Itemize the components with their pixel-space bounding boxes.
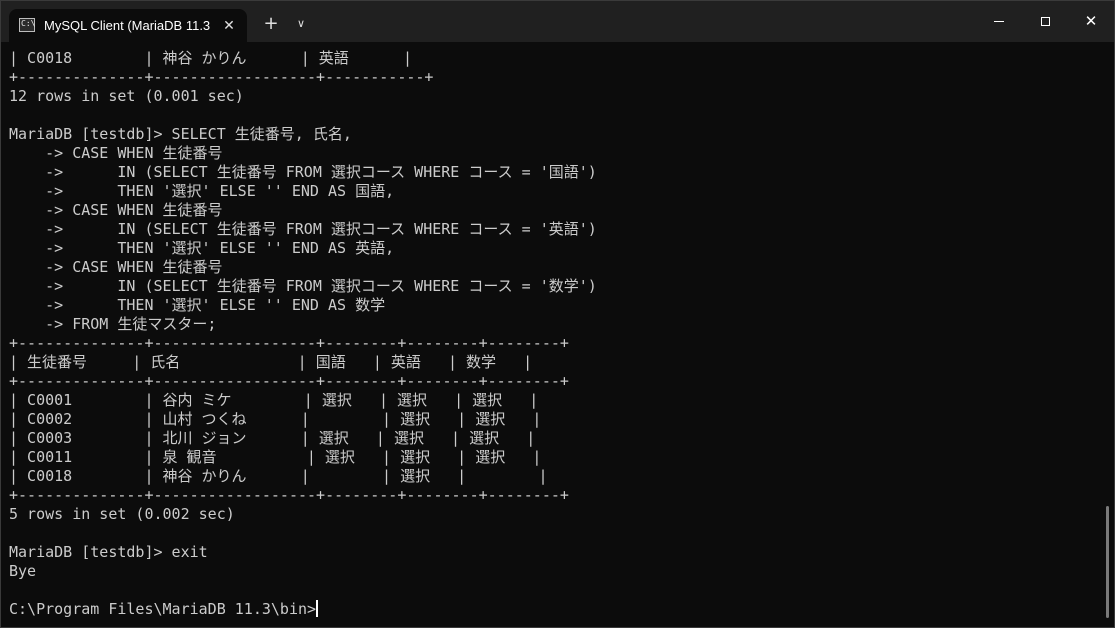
terminal-line: -> THEN '選択' ELSE '' END AS 英語, — [9, 239, 395, 257]
maximize-icon — [1040, 17, 1050, 26]
terminal-line: | C0002 | 山村 つくね | | 選択 | 選択 | — [9, 410, 542, 428]
terminal-line: | C0018 | 神谷 かりん | 英語 | — [9, 49, 413, 67]
terminal-line: -> IN (SELECT 生徒番号 FROM 選択コース WHERE コース … — [9, 163, 597, 181]
tab-dropdown-button[interactable]: ∨ — [291, 14, 311, 34]
terminal-line: | C0003 | 北川 ジョン | 選択 | 選択 | 選択 | — [9, 429, 536, 447]
terminal-line: -> CASE WHEN 生徒番号 — [9, 144, 223, 162]
tab-title: MySQL Client (MariaDB 11.3 (x — [44, 18, 214, 33]
terminal-line: +--------------+------------------+-----… — [9, 68, 434, 86]
terminal-line: -> FROM 生徒マスター; — [9, 315, 217, 333]
terminal-line: -> CASE WHEN 生徒番号 — [9, 201, 223, 219]
close-icon: ✕ — [1084, 12, 1098, 30]
command-prompt-icon: C:\ — [19, 18, 35, 32]
terminal-line: MariaDB [testdb]> SELECT 生徒番号, 氏名, — [9, 125, 352, 143]
terminal-tab[interactable]: C:\ MySQL Client (MariaDB 11.3 (x ✕ — [9, 9, 247, 42]
text-cursor — [316, 600, 319, 617]
prompt-line[interactable]: C:\Program Files\MariaDB 11.3\bin> — [9, 600, 1099, 619]
terminal-line: +--------------+------------------+-----… — [9, 372, 569, 390]
scrollbar[interactable] — [1106, 506, 1109, 618]
terminal-line: Bye — [9, 562, 37, 580]
terminal-line: -> THEN '選択' ELSE '' END AS 国語, — [9, 182, 395, 200]
terminal-line: -> CASE WHEN 生徒番号 — [9, 258, 223, 276]
close-tab-icon[interactable]: ✕ — [219, 16, 239, 36]
terminal-line: 5 rows in set (0.002 sec) — [9, 505, 235, 523]
maximize-button[interactable] — [1022, 1, 1068, 42]
terminal-output[interactable]: | C0018 | 神谷 かりん | 英語 | +--------------+… — [9, 49, 1099, 625]
terminal-line: | C0011 | 泉 観音 | 選択 | 選択 | 選択 | — [9, 448, 542, 466]
new-tab-button[interactable]: + — [260, 13, 282, 35]
close-window-button[interactable]: ✕ — [1068, 1, 1114, 42]
command-prompt-icon-label: C:\ — [21, 19, 36, 28]
terminal-line: MariaDB [testdb]> exit — [9, 543, 208, 561]
terminal-line: | C0018 | 神谷 かりん | | 選択 | | — [9, 467, 548, 485]
title-bar: C:\ MySQL Client (MariaDB 11.3 (x ✕ + ∨ … — [1, 1, 1114, 42]
minimize-button[interactable] — [976, 1, 1022, 42]
terminal-line: +--------------+------------------+-----… — [9, 334, 569, 352]
terminal-line: | 生徒番号 | 氏名 | 国語 | 英語 | 数学 | — [9, 353, 533, 371]
terminal-line: | C0001 | 谷内 ミケ | 選択 | 選択 | 選択 | — [9, 391, 539, 409]
terminal-window: C:\ MySQL Client (MariaDB 11.3 (x ✕ + ∨ … — [0, 0, 1115, 628]
terminal-line: -> IN (SELECT 生徒番号 FROM 選択コース WHERE コース … — [9, 220, 597, 238]
terminal-line: -> IN (SELECT 生徒番号 FROM 選択コース WHERE コース … — [9, 277, 597, 295]
prompt-text: C:\Program Files\MariaDB 11.3\bin> — [9, 600, 317, 618]
terminal-line: 12 rows in set (0.001 sec) — [9, 87, 244, 105]
terminal-line: +--------------+------------------+-----… — [9, 486, 569, 504]
terminal-line: -> THEN '選択' ELSE '' END AS 数学 — [9, 296, 386, 314]
minimize-icon — [994, 21, 1004, 22]
